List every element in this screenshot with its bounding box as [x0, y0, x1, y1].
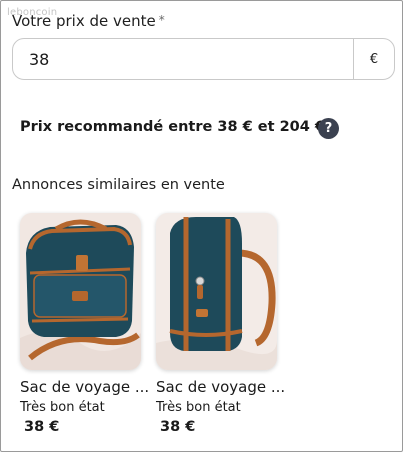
listing-price: 38 €: [160, 419, 196, 435]
similar-listings-title: Annonces similaires en vente: [12, 177, 225, 193]
currency-suffix: €: [353, 39, 394, 79]
required-mark: *: [158, 13, 165, 27]
similar-listing-card[interactable]: Sac de voyage ... Très bon état 38 €: [20, 213, 149, 435]
listing-title[interactable]: Sac de voyage ...: [20, 378, 149, 396]
listing-condition: Très bon état: [20, 400, 105, 415]
help-icon[interactable]: ?: [318, 118, 339, 139]
recommended-price-text: Prix recommandé entre 38 € et 204 €: [20, 119, 325, 135]
listing-image-bag-side[interactable]: [156, 213, 277, 370]
price-field[interactable]: €: [12, 38, 395, 80]
price-field-label: Votre prix de vente *: [12, 12, 165, 30]
similar-listing-card[interactable]: Sac de voyage ... Très bon état 38 €: [156, 213, 285, 435]
listing-image-bag-front[interactable]: [20, 213, 141, 370]
listing-price: 38 €: [24, 419, 60, 435]
listing-condition: Très bon état: [156, 400, 241, 415]
price-input[interactable]: [13, 38, 353, 80]
price-label-text: Votre prix de vente: [12, 12, 156, 30]
listing-title[interactable]: Sac de voyage ...: [156, 378, 285, 396]
